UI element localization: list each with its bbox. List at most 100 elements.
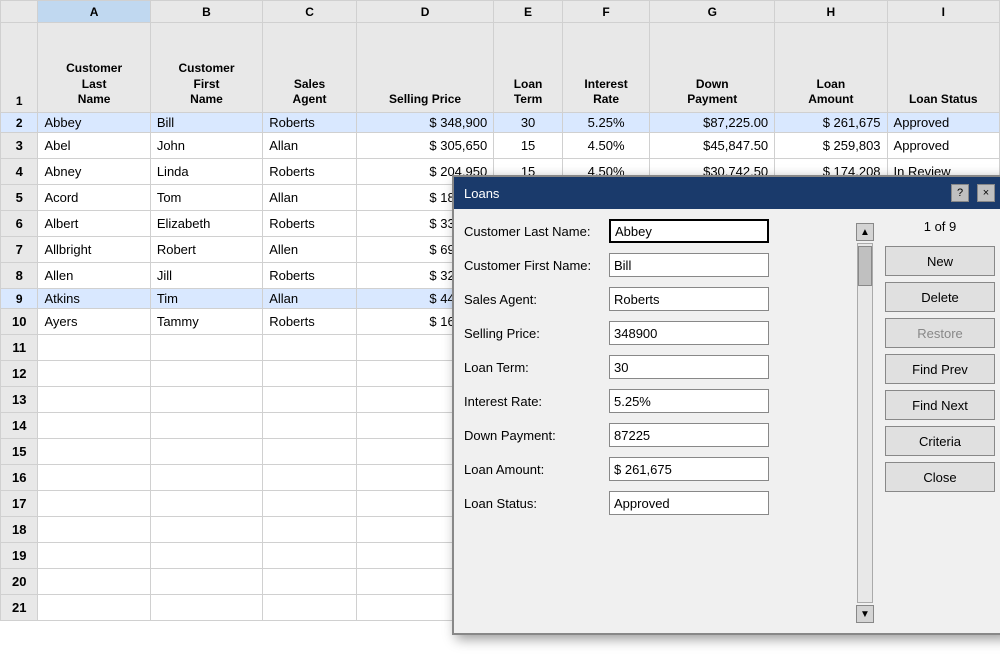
cell-2-f[interactable]: 5.25% <box>562 113 649 133</box>
cell-8-a[interactable]: Allen <box>38 263 150 289</box>
cell-11-c[interactable] <box>263 335 357 361</box>
table-row[interactable]: 3AbelJohnAllan$ 305,650154.50%$45,847.50… <box>1 133 1000 159</box>
cell-12-b[interactable] <box>150 361 262 387</box>
cell-12-c[interactable] <box>263 361 357 387</box>
cell-11-a[interactable] <box>38 335 150 361</box>
col-header-f[interactable]: F <box>562 1 649 23</box>
sales-agent-input[interactable] <box>609 287 769 311</box>
cell-10-c[interactable]: Roberts <box>263 309 357 335</box>
cell-16-b[interactable] <box>150 465 262 491</box>
cell-3-c[interactable]: Allan <box>263 133 357 159</box>
cell-19-a[interactable] <box>38 543 150 569</box>
selling-price-input[interactable] <box>609 321 769 345</box>
cell-3-a[interactable]: Abel <box>38 133 150 159</box>
col-header-g[interactable]: G <box>650 1 775 23</box>
cell-17-c[interactable] <box>263 491 357 517</box>
cell-18-b[interactable] <box>150 517 262 543</box>
cell-3-d[interactable]: $ 305,650 <box>356 133 493 159</box>
cell-2-e[interactable]: 30 <box>494 113 563 133</box>
cell-2-b[interactable]: Bill <box>150 113 262 133</box>
delete-button[interactable]: Delete <box>885 282 995 312</box>
cell-5-b[interactable]: Tom <box>150 185 262 211</box>
cell-4-c[interactable]: Roberts <box>263 159 357 185</box>
cell-21-b[interactable] <box>150 595 262 621</box>
cell-16-c[interactable] <box>263 465 357 491</box>
cell-14-a[interactable] <box>38 413 150 439</box>
cell-8-b[interactable]: Jill <box>150 263 262 289</box>
col-header-a[interactable]: A <box>38 1 150 23</box>
col-header-h[interactable]: H <box>775 1 887 23</box>
cell-7-c[interactable]: Allen <box>263 237 357 263</box>
scroll-down-button[interactable]: ▼ <box>856 605 874 623</box>
col-header-i[interactable]: I <box>887 1 999 23</box>
criteria-button[interactable]: Criteria <box>885 426 995 456</box>
cell-14-b[interactable] <box>150 413 262 439</box>
cell-3-b[interactable]: John <box>150 133 262 159</box>
cell-9-c[interactable]: Allan <box>263 289 357 309</box>
interest-rate-input[interactable] <box>609 389 769 413</box>
col-header-b[interactable]: B <box>150 1 262 23</box>
cell-12-a[interactable] <box>38 361 150 387</box>
cell-13-b[interactable] <box>150 387 262 413</box>
cell-20-c[interactable] <box>263 569 357 595</box>
cell-18-a[interactable] <box>38 517 150 543</box>
table-row[interactable]: 2AbbeyBillRoberts$ 348,900305.25%$87,225… <box>1 113 1000 133</box>
cell-2-i[interactable]: Approved <box>887 113 999 133</box>
cell-10-a[interactable]: Ayers <box>38 309 150 335</box>
cell-4-a[interactable]: Abney <box>38 159 150 185</box>
cell-21-a[interactable] <box>38 595 150 621</box>
cell-20-a[interactable] <box>38 569 150 595</box>
cell-17-a[interactable] <box>38 491 150 517</box>
cell-5-a[interactable]: Acord <box>38 185 150 211</box>
loan-term-input[interactable] <box>609 355 769 379</box>
col-header-c[interactable]: C <box>263 1 357 23</box>
cell-13-a[interactable] <box>38 387 150 413</box>
dialog-help-button[interactable]: ? <box>951 184 969 202</box>
cell-19-c[interactable] <box>263 543 357 569</box>
cell-2-c[interactable]: Roberts <box>263 113 357 133</box>
cell-9-b[interactable]: Tim <box>150 289 262 309</box>
cell-19-b[interactable] <box>150 543 262 569</box>
scroll-up-button[interactable]: ▲ <box>856 223 874 241</box>
cell-10-b[interactable]: Tammy <box>150 309 262 335</box>
find-prev-button[interactable]: Find Prev <box>885 354 995 384</box>
cell-14-c[interactable] <box>263 413 357 439</box>
cell-6-b[interactable]: Elizabeth <box>150 211 262 237</box>
down-payment-input[interactable] <box>609 423 769 447</box>
dialog-close-x-button[interactable]: × <box>977 184 995 202</box>
scroll-track[interactable] <box>857 243 873 603</box>
cell-17-b[interactable] <box>150 491 262 517</box>
cell-3-f[interactable]: 4.50% <box>562 133 649 159</box>
col-header-e[interactable]: E <box>494 1 563 23</box>
cell-2-g[interactable]: $87,225.00 <box>650 113 775 133</box>
cell-3-i[interactable]: Approved <box>887 133 999 159</box>
cell-2-d[interactable]: $ 348,900 <box>356 113 493 133</box>
cell-3-g[interactable]: $45,847.50 <box>650 133 775 159</box>
cell-8-c[interactable]: Roberts <box>263 263 357 289</box>
col-header-d[interactable]: D <box>356 1 493 23</box>
cell-16-a[interactable] <box>38 465 150 491</box>
cell-3-e[interactable]: 15 <box>494 133 563 159</box>
cell-18-c[interactable] <box>263 517 357 543</box>
cell-20-b[interactable] <box>150 569 262 595</box>
cell-2-h[interactable]: $ 261,675 <box>775 113 887 133</box>
find-next-button[interactable]: Find Next <box>885 390 995 420</box>
cell-11-b[interactable] <box>150 335 262 361</box>
cell-4-b[interactable]: Linda <box>150 159 262 185</box>
cell-15-c[interactable] <box>263 439 357 465</box>
last-name-input[interactable] <box>609 219 769 243</box>
first-name-input[interactable] <box>609 253 769 277</box>
cell-7-a[interactable]: Allbright <box>38 237 150 263</box>
cell-7-b[interactable]: Robert <box>150 237 262 263</box>
cell-15-a[interactable] <box>38 439 150 465</box>
restore-button[interactable]: Restore <box>885 318 995 348</box>
cell-5-c[interactable]: Allan <box>263 185 357 211</box>
cell-15-b[interactable] <box>150 439 262 465</box>
cell-6-c[interactable]: Roberts <box>263 211 357 237</box>
new-button[interactable]: New <box>885 246 995 276</box>
cell-21-c[interactable] <box>263 595 357 621</box>
cell-6-a[interactable]: Albert <box>38 211 150 237</box>
cell-13-c[interactable] <box>263 387 357 413</box>
scroll-thumb[interactable] <box>858 246 872 286</box>
close-button[interactable]: Close <box>885 462 995 492</box>
